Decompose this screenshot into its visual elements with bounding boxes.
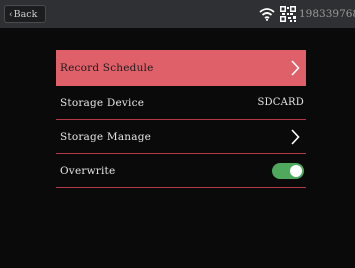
storage-device-value: SDCARD [257,97,304,108]
chevron-left-icon: ‹ [9,10,13,20]
storage-device-label: Storage Device [60,97,145,109]
storage-manage-item[interactable]: Storage Manage [56,120,306,154]
wifi-icon [259,8,275,21]
back-label: Back [13,9,38,20]
chevron-right-icon [291,129,300,145]
record-schedule-item[interactable]: Record Schedule [56,50,306,86]
storage-manage-label: Storage Manage [60,131,152,143]
settings-menu: Record Schedule Storage Device SDCARD St… [56,50,306,188]
toggle-knob [290,165,302,177]
screen: ‹Back 1983397686 Record [0,0,355,268]
device-id: 1983397686 [299,8,355,20]
storage-device-item[interactable]: Storage Device SDCARD [56,86,306,120]
overwrite-label: Overwrite [60,165,116,177]
chevron-right-icon [291,60,300,76]
record-schedule-label: Record Schedule [60,62,154,74]
top-bar: ‹Back 1983397686 [0,0,355,28]
back-button[interactable]: ‹Back [4,5,46,23]
overwrite-item: Overwrite [56,154,306,188]
overwrite-toggle[interactable] [272,163,304,179]
qr-code-icon[interactable] [280,6,296,22]
